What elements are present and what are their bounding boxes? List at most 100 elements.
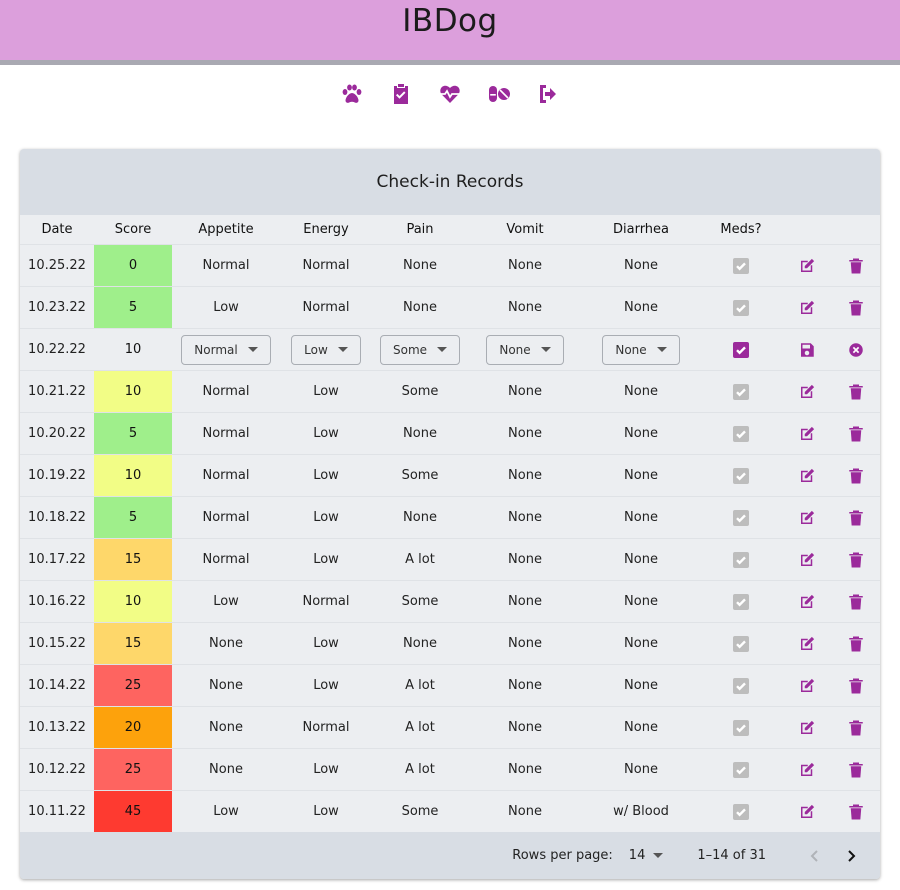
edit-icon — [801, 804, 815, 818]
edit-button[interactable] — [798, 509, 816, 527]
delete-button[interactable] — [847, 383, 865, 401]
date-cell: 10.22.22 — [20, 328, 94, 371]
diarrhea-cell: None — [582, 370, 700, 413]
date-cell: 10.21.22 — [20, 370, 94, 413]
vomit-cell: None — [468, 748, 582, 791]
card-title-bar: Check-in Records — [20, 149, 880, 215]
edit-button[interactable] — [798, 635, 816, 653]
nav-logout-button[interactable] — [536, 82, 561, 107]
diarrhea-select-value: None — [615, 342, 647, 357]
score-cell: 10 — [94, 454, 172, 497]
card-title: Check-in Records — [376, 172, 524, 192]
pain-cell: None — [372, 286, 468, 329]
table-row: 10.25.22 0 Normal Normal None None None — [20, 244, 880, 287]
edit-button[interactable] — [798, 383, 816, 401]
next-page-button[interactable] — [838, 843, 864, 869]
score-cell: 25 — [94, 748, 172, 791]
edit-button[interactable] — [798, 803, 816, 821]
edit-cell — [782, 496, 832, 539]
score-cell: 5 — [94, 496, 172, 539]
delete-cell — [832, 496, 880, 539]
vomit-cell: None — [468, 328, 582, 371]
energy-cell: Low — [280, 538, 372, 581]
meds-checkbox — [733, 383, 749, 400]
meds-cell — [700, 622, 782, 665]
pain-select[interactable]: Some — [379, 334, 461, 365]
edit-button[interactable] — [798, 299, 816, 317]
delete-button[interactable] — [847, 467, 865, 485]
energy-cell: Low — [280, 622, 372, 665]
date-cell: 10.25.22 — [20, 244, 94, 287]
edit-button[interactable] — [798, 677, 816, 695]
appetite-cell: Normal — [172, 328, 280, 371]
meds-checkbox[interactable] — [733, 341, 749, 358]
edit-cell — [782, 538, 832, 581]
edit-button[interactable] — [798, 425, 816, 443]
diarrhea-cell: None — [582, 580, 700, 623]
edit-button[interactable] — [798, 551, 816, 569]
delete-cell — [832, 748, 880, 791]
meds-checkbox — [733, 593, 749, 610]
vomit-cell: None — [468, 664, 582, 707]
energy-select-value: Low — [304, 342, 328, 357]
delete-button[interactable] — [847, 635, 865, 653]
score-cell: 10 — [94, 328, 172, 371]
cancel-button[interactable] — [847, 341, 865, 359]
cancel-icon — [849, 342, 863, 357]
pain-cell: None — [372, 244, 468, 287]
delete-button[interactable] — [847, 761, 865, 779]
vomit-cell: None — [468, 496, 582, 539]
delete-button[interactable] — [847, 803, 865, 821]
delete-button[interactable] — [847, 677, 865, 695]
delete-button[interactable] — [847, 257, 865, 275]
energy-select[interactable]: Low — [291, 334, 361, 365]
table-row: 10.15.22 15 None Low None None None — [20, 622, 880, 665]
delete-button[interactable] — [847, 299, 865, 317]
page-range: 1–14 of 31 — [697, 848, 766, 863]
nav-paw-button[interactable] — [340, 82, 365, 107]
diarrhea-cell: None — [582, 706, 700, 749]
energy-cell: Normal — [280, 580, 372, 623]
chevron-right-icon — [848, 849, 856, 862]
edit-cell — [782, 454, 832, 497]
edit-button[interactable] — [798, 593, 816, 611]
app-title: IBDog — [402, 3, 498, 39]
rows-per-page-select[interactable]: 14 — [629, 848, 664, 863]
edit-button[interactable] — [798, 467, 816, 485]
trash-icon — [849, 300, 863, 315]
appetite-cell: None — [172, 748, 280, 791]
nav-pills-button[interactable] — [487, 82, 512, 107]
edit-icon — [801, 720, 815, 734]
delete-button[interactable] — [847, 509, 865, 527]
delete-button[interactable] — [847, 593, 865, 611]
pain-cell: None — [372, 496, 468, 539]
score-cell: 45 — [94, 790, 172, 832]
edit-icon — [801, 762, 815, 776]
appetite-select[interactable]: Normal — [181, 334, 271, 365]
edit-button[interactable] — [798, 257, 816, 275]
col-header-date: Date — [20, 215, 94, 245]
edit-button[interactable] — [798, 719, 816, 737]
delete-button[interactable] — [847, 551, 865, 569]
vomit-select[interactable]: None — [486, 334, 564, 365]
delete-button[interactable] — [847, 425, 865, 443]
edit-icon — [801, 384, 815, 398]
nav-clipboard-check-button[interactable] — [389, 82, 414, 107]
delete-button[interactable] — [847, 719, 865, 737]
score-cell: 20 — [94, 706, 172, 749]
appetite-cell: None — [172, 706, 280, 749]
caret-down-icon — [656, 347, 667, 352]
meds-cell — [700, 706, 782, 749]
diarrhea-select[interactable]: None — [602, 334, 680, 365]
save-button[interactable] — [798, 341, 816, 359]
col-header-meds: Meds? — [700, 215, 782, 245]
delete-cell — [832, 412, 880, 455]
vomit-cell: None — [468, 286, 582, 329]
appetite-select-value: Normal — [194, 342, 238, 357]
delete-cell — [832, 622, 880, 665]
score-cell: 10 — [94, 580, 172, 623]
edit-button[interactable] — [798, 761, 816, 779]
prev-page-button[interactable] — [802, 843, 828, 869]
energy-cell: Normal — [280, 706, 372, 749]
nav-heart-pulse-button[interactable] — [438, 82, 463, 107]
